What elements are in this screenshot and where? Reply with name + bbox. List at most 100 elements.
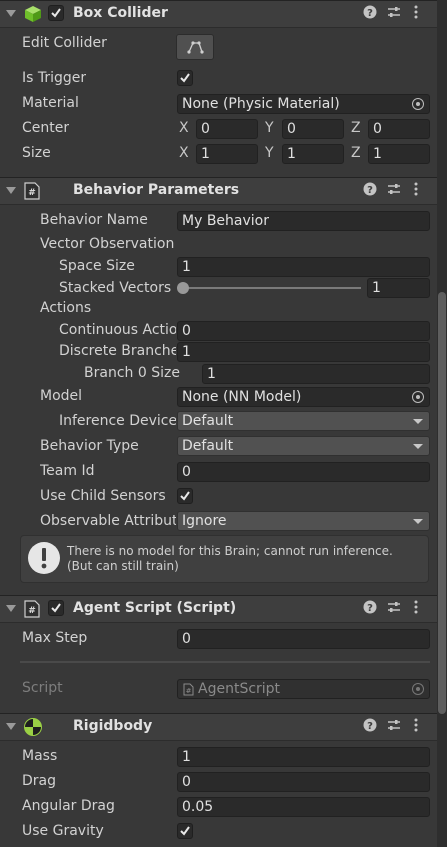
mass-field[interactable]: 1	[177, 747, 430, 767]
use-gravity-checkbox[interactable]	[177, 823, 193, 839]
component-title: Agent Script (Script)	[73, 600, 237, 616]
help-text-line2: (But can still train)	[67, 559, 179, 573]
checkmark-icon	[51, 8, 61, 18]
svg-text:?: ?	[367, 721, 373, 732]
presets-icon[interactable]	[387, 182, 401, 200]
observable-attribute-dropdown[interactable]: Ignore	[177, 511, 430, 531]
continuous-actions-field[interactable]: 0	[177, 321, 430, 341]
foldout-arrow-icon[interactable]	[6, 605, 16, 612]
foldout-arrow-icon[interactable]	[6, 187, 16, 194]
model-label: Model	[40, 388, 83, 404]
model-value: None (NN Model)	[182, 389, 302, 405]
script-field: # AgentScript	[177, 679, 430, 699]
angular-drag-label: Angular Drag	[22, 798, 115, 814]
stacked-vectors-label: Stacked Vectors	[59, 280, 172, 296]
component-title: Rigidbody	[73, 718, 153, 734]
foldout-arrow-icon[interactable]	[6, 723, 16, 730]
space-size-label: Space Size	[59, 258, 135, 274]
svg-text:#: #	[28, 606, 36, 616]
mass-label: Mass	[22, 748, 58, 764]
material-field[interactable]: None (Physic Material)	[177, 94, 430, 114]
stacked-vectors-field[interactable]: 1	[367, 278, 430, 298]
angular-drag-field[interactable]: 0.05	[177, 797, 430, 817]
object-picker-icon[interactable]	[412, 391, 424, 403]
behavior-type-label: Behavior Type	[40, 438, 139, 454]
checkmark-icon	[180, 826, 190, 836]
chevron-down-icon	[413, 444, 423, 449]
model-field[interactable]: None (NN Model)	[177, 387, 430, 407]
edit-collider-button[interactable]	[176, 34, 214, 60]
actions-foldout[interactable]: Actions	[40, 300, 91, 316]
help-text-line1: There is no model for this Brain; cannot…	[67, 544, 393, 558]
chevron-down-icon	[413, 419, 423, 424]
box-collider-enabled-checkbox[interactable]	[48, 5, 64, 21]
center-x-field[interactable]: 0	[196, 119, 258, 139]
agent-script-enabled-checkbox[interactable]	[48, 600, 64, 616]
presets-icon[interactable]	[387, 718, 401, 736]
branch-0-size-field[interactable]: 1	[202, 364, 430, 384]
kebab-menu-icon[interactable]	[413, 718, 419, 736]
observable-attribute-label: Observable Attribute Handling	[40, 513, 176, 529]
axis-x-label: X	[179, 120, 189, 136]
rigidbody-icon	[24, 718, 42, 740]
kebab-menu-icon[interactable]	[413, 600, 419, 618]
agent-script-header[interactable]: # Agent Script (Script) ?	[0, 595, 437, 623]
team-id-field[interactable]: 0	[177, 462, 430, 482]
component-title: Behavior Parameters	[73, 182, 240, 198]
object-picker-icon	[412, 683, 424, 695]
center-label: Center	[22, 120, 70, 136]
inference-device-dropdown[interactable]: Default	[177, 411, 430, 431]
use-child-sensors-checkbox[interactable]	[177, 488, 193, 504]
edit-collider-label: Edit Collider	[22, 35, 107, 51]
svg-text:?: ?	[367, 8, 373, 19]
box-collider-header[interactable]: Box Collider ?	[0, 0, 437, 28]
help-icon[interactable]: ?	[363, 5, 377, 23]
stacked-vectors-slider-track[interactable]	[183, 287, 361, 289]
size-x-field[interactable]: 1	[196, 144, 258, 164]
kebab-menu-icon[interactable]	[413, 182, 419, 200]
object-picker-icon[interactable]	[412, 98, 424, 110]
kebab-menu-icon[interactable]	[413, 5, 419, 23]
max-step-field[interactable]: 0	[177, 629, 430, 649]
behavior-name-label: Behavior Name	[40, 212, 148, 228]
center-z-field[interactable]: 0	[368, 119, 430, 139]
behavior-name-field[interactable]: My Behavior	[177, 211, 430, 231]
help-icon[interactable]: ?	[363, 600, 377, 618]
help-icon[interactable]: ?	[363, 182, 377, 200]
center-y-field[interactable]: 0	[282, 119, 344, 139]
presets-icon[interactable]	[387, 5, 401, 23]
space-size-field[interactable]: 1	[177, 257, 430, 277]
behavior-type-dropdown[interactable]: Default	[177, 436, 430, 456]
help-icon[interactable]: ?	[363, 718, 377, 736]
axis-z-label: Z	[351, 145, 361, 161]
chevron-down-icon	[413, 519, 423, 524]
size-z-field[interactable]: 1	[368, 144, 430, 164]
presets-icon[interactable]	[387, 600, 401, 618]
is-trigger-label: Is Trigger	[22, 70, 87, 86]
script-icon: #	[24, 182, 40, 204]
checkmark-icon	[180, 491, 190, 501]
drag-field[interactable]: 0	[177, 772, 430, 792]
vector-observation-foldout[interactable]: Vector Observation	[40, 236, 178, 252]
discrete-branches-field[interactable]: 1	[177, 342, 430, 362]
stacked-vectors-slider-thumb[interactable]	[177, 282, 189, 294]
discrete-branches-label: Discrete Branches	[59, 343, 176, 359]
continuous-actions-label: Continuous Actions	[59, 322, 176, 338]
material-value: None (Physic Material)	[182, 96, 340, 112]
behavior-parameters-header[interactable]: # Behavior Parameters ?	[0, 177, 437, 205]
divider	[20, 661, 430, 663]
svg-text:?: ?	[367, 603, 373, 614]
size-y-field[interactable]: 1	[282, 144, 344, 164]
drag-label: Drag	[22, 773, 57, 789]
branch-0-size-label: Branch 0 Size	[84, 365, 180, 381]
foldout-arrow-icon[interactable]	[6, 10, 16, 17]
is-trigger-checkbox[interactable]	[177, 70, 193, 86]
axis-y-label: Y	[265, 145, 274, 161]
axis-y-label: Y	[265, 120, 274, 136]
axis-x-label: X	[179, 145, 189, 161]
rigidbody-header[interactable]: Rigidbody ?	[0, 713, 437, 741]
scrollbar-thumb[interactable]	[438, 292, 446, 714]
max-step-label: Max Step	[22, 630, 88, 646]
cube-icon	[24, 5, 42, 27]
use-gravity-label: Use Gravity	[22, 823, 104, 839]
